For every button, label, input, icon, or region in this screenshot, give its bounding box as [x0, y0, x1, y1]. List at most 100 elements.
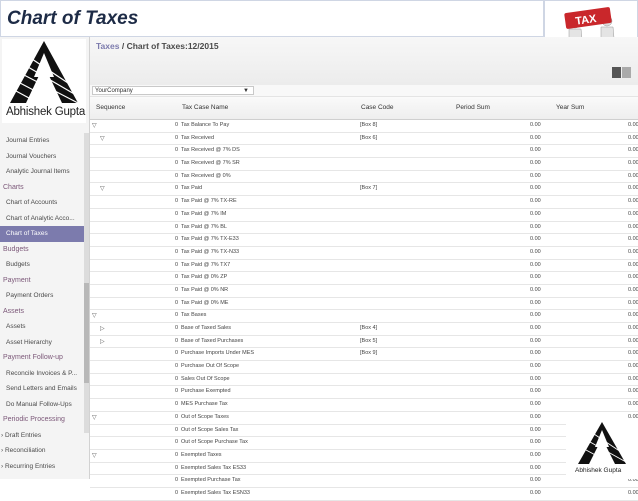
- cell-sequence: 0: [175, 122, 179, 128]
- sidebar-section-header: Periodic Processing: [3, 416, 65, 423]
- collapse-icon[interactable]: ▽: [92, 312, 97, 319]
- cell-case-code: [Box 7]: [360, 185, 378, 192]
- table-row[interactable]: 0 Tax Paid @ 0% NR 0.00 0.00: [90, 285, 638, 298]
- sidebar-item[interactable]: Payment Orders: [0, 288, 89, 304]
- sidebar-item[interactable]: Chart of Accounts: [0, 195, 89, 211]
- sidebar-item[interactable]: Reconcile Invoices & P...: [0, 366, 89, 382]
- cell-year-sum: 0.00: [628, 185, 638, 192]
- company-select[interactable]: YourCompany ▼: [92, 86, 254, 95]
- breadcrumb-taxes-link[interactable]: Taxes: [96, 41, 119, 51]
- cell-period-sum: 0.00: [530, 439, 541, 446]
- sidebar-scrollbar[interactable]: [84, 133, 89, 433]
- scrollbar-thumb[interactable]: [84, 283, 89, 383]
- table-row[interactable]: 0 Tax Paid @ 7% TX-RE 0.00 0.00: [90, 196, 638, 209]
- cell-tax-case-name: Exempted Purchase Tax: [181, 477, 241, 484]
- collapse-icon[interactable]: ▽: [92, 414, 97, 421]
- table-row[interactable]: 0 Tax Paid @ 7% BL 0.00 0.00: [90, 222, 638, 235]
- table-row[interactable]: 0 Purchase Out Of Scope 0.00 0.00: [90, 361, 638, 374]
- cell-period-sum: 0.00: [530, 198, 541, 205]
- table-row[interactable]: 0 Purchase Exempted 0.00 0.00: [90, 386, 638, 400]
- sidebar-item[interactable]: Do Manual Follow-Ups: [0, 397, 89, 413]
- cell-period-sum: 0.00: [530, 299, 541, 306]
- cell-tax-case-name: Tax Received: [181, 134, 215, 141]
- sidebar-item[interactable]: Assets: [0, 319, 89, 335]
- table-row[interactable]: 0 Tax Received @ 0% 0.00 0.00: [90, 171, 638, 184]
- table-row[interactable]: 0 Tax Paid @ 7% IM 0.00 0.00: [90, 209, 638, 222]
- cell-period-sum: 0.00: [530, 451, 541, 458]
- sidebar-item[interactable]: Analytic Journal Items: [0, 164, 89, 180]
- cell-tax-case-name: Tax Paid @ 7% TX-E33: [181, 236, 239, 243]
- expand-icon[interactable]: ▷: [100, 325, 105, 332]
- table-row[interactable]: 0Out of Scope Purchase Tax0.000.00: [90, 437, 638, 450]
- cell-tax-case-name: Purchase Imports Under MES: [181, 350, 255, 357]
- table-row[interactable]: ▷ 0 Base of Taxed Purchases [Box 5] 0.00 0.00: [90, 336, 638, 349]
- form-view-icon[interactable]: [622, 67, 631, 78]
- table-row[interactable]: 0 Tax Received @ 7% SR 0.00 0.00: [90, 158, 638, 171]
- cell-year-sum: 0.00: [628, 363, 638, 370]
- list-view-icon[interactable]: [612, 67, 621, 78]
- table-row[interactable]: 0 Tax Received @ 7% DS 0.00 0.00: [90, 145, 638, 159]
- table-row[interactable]: ▽ 0 Tax Paid [Box 7] 0.00 0.00: [90, 183, 638, 197]
- cell-period-sum: 0.00: [530, 223, 541, 230]
- table-row[interactable]: ▽ 0 Tax Balance To Pay [Box 8] 0.00 0.00: [90, 120, 638, 133]
- cell-year-sum: 0.00: [628, 413, 638, 420]
- table-row[interactable]: 0 Sales Out Of Scope 0.00 0.00: [90, 374, 638, 387]
- table-row[interactable]: 0 Tax Paid @ 7% TX-E33 0.00 0.00: [90, 234, 638, 247]
- column-header-sequence[interactable]: Sequence: [96, 104, 125, 111]
- sidebar-item[interactable]: › Reconciliation: [0, 443, 89, 459]
- table-row[interactable]: ▽ 0 Tax Bases 0.00 0.00: [90, 310, 638, 323]
- sidebar-item[interactable]: › Draft Entries: [0, 428, 89, 444]
- cell-sequence: 0: [175, 210, 179, 217]
- logo-text: Abhishek Gupta: [6, 106, 86, 118]
- corner-logo-text: Abhishek Gupta: [575, 467, 622, 474]
- sidebar-item[interactable]: › Recurring Entries: [0, 459, 89, 475]
- cell-sequence: 0: [175, 401, 179, 408]
- column-header-period-sum[interactable]: Period Sum: [456, 104, 490, 111]
- column-header-name[interactable]: Tax Case Name: [182, 104, 228, 111]
- sidebar-item[interactable]: Chart of Taxes: [0, 226, 89, 242]
- cell-tax-case-name: Tax Paid @ 0% NR: [181, 286, 229, 293]
- table-row[interactable]: ▽ 0 Out of Scope Taxes 0.00 0.00: [90, 412, 638, 425]
- sidebar-item[interactable]: Journal Vouchers: [0, 149, 89, 165]
- table-row[interactable]: 0 MES Purchase Tax 0.00 0.00: [90, 399, 638, 412]
- corner-logo: Abhishek Gupta: [566, 420, 638, 479]
- table-row[interactable]: 0Exempted Sales Tax ES330.000.00: [90, 463, 638, 476]
- cell-year-sum: 0.00: [628, 160, 638, 167]
- table-row[interactable]: ▽ 0 Tax Received [Box 6] 0.00 0.00: [90, 133, 638, 146]
- cell-tax-case-name: Tax Received @ 7% SR: [181, 160, 240, 167]
- table-row[interactable]: 0 Exempted Purchase Tax 0.00 0.00: [90, 475, 638, 488]
- sidebar-item[interactable]: Chart of Analytic Acco...: [0, 211, 89, 227]
- cell-year-sum: 0.00: [628, 401, 638, 408]
- table-row[interactable]: 0 Tax Paid @ 0% ZP 0.00 0.00: [90, 272, 638, 285]
- sidebar-section-header: Assets: [3, 307, 25, 315]
- table-row[interactable]: 0 Tax Paid @ 7% TX7 0.00 0.00: [90, 260, 638, 273]
- sidebar-item[interactable]: Asset Hierarchy: [0, 335, 89, 351]
- table-row[interactable]: 0Out of Scope Sales Tax0.000.00: [90, 425, 638, 438]
- table-row[interactable]: ▽0Exempted Taxes0.000.00: [90, 450, 638, 463]
- collapse-icon[interactable]: ▽: [92, 452, 97, 459]
- cell-period-sum: 0.00: [530, 489, 541, 496]
- expand-icon[interactable]: ▷: [100, 338, 105, 345]
- header-bar: Taxes / Chart of Taxes:12/2015: [90, 37, 638, 86]
- cell-sequence: 0: [175, 223, 179, 230]
- sidebar-item[interactable]: Journal Entries: [0, 133, 89, 149]
- table-row[interactable]: 0 Purchase Imports Under MES [Box 9] 0.00 0.…: [90, 348, 638, 362]
- cell-tax-case-name: Base of Taxed Purchases: [181, 337, 244, 344]
- sidebar-item[interactable]: Budgets: [0, 257, 89, 273]
- column-header-code[interactable]: Case Code: [361, 104, 394, 111]
- table-row[interactable]: 0 Tax Paid @ 0% ME 0.00 0.00: [90, 298, 638, 311]
- cell-year-sum: 0.00: [628, 223, 638, 230]
- collapse-icon[interactable]: ▽: [92, 122, 97, 129]
- sidebar-item[interactable]: Send Letters and Emails: [0, 381, 89, 397]
- collapse-icon[interactable]: ▽: [100, 135, 105, 142]
- cell-sequence: 0: [175, 451, 179, 458]
- cell-sequence: 0: [175, 489, 179, 496]
- company-filter-row: YourCompany ▼: [90, 85, 638, 97]
- collapse-icon[interactable]: ▽: [100, 185, 105, 192]
- cell-period-sum: 0.00: [530, 236, 541, 243]
- column-header-year-sum[interactable]: Year Sum: [556, 104, 584, 111]
- cell-sequence: 0: [175, 286, 179, 293]
- table-row[interactable]: 0 Exempted Sales Tax ESN33 0.00 0.00: [90, 488, 638, 501]
- table-row[interactable]: ▷ 0 Base of Taxed Sales [Box 4] 0.00 0.00: [90, 323, 638, 336]
- table-row[interactable]: 0 Tax Paid @ 7% TX-N33 0.00 0.00: [90, 247, 638, 260]
